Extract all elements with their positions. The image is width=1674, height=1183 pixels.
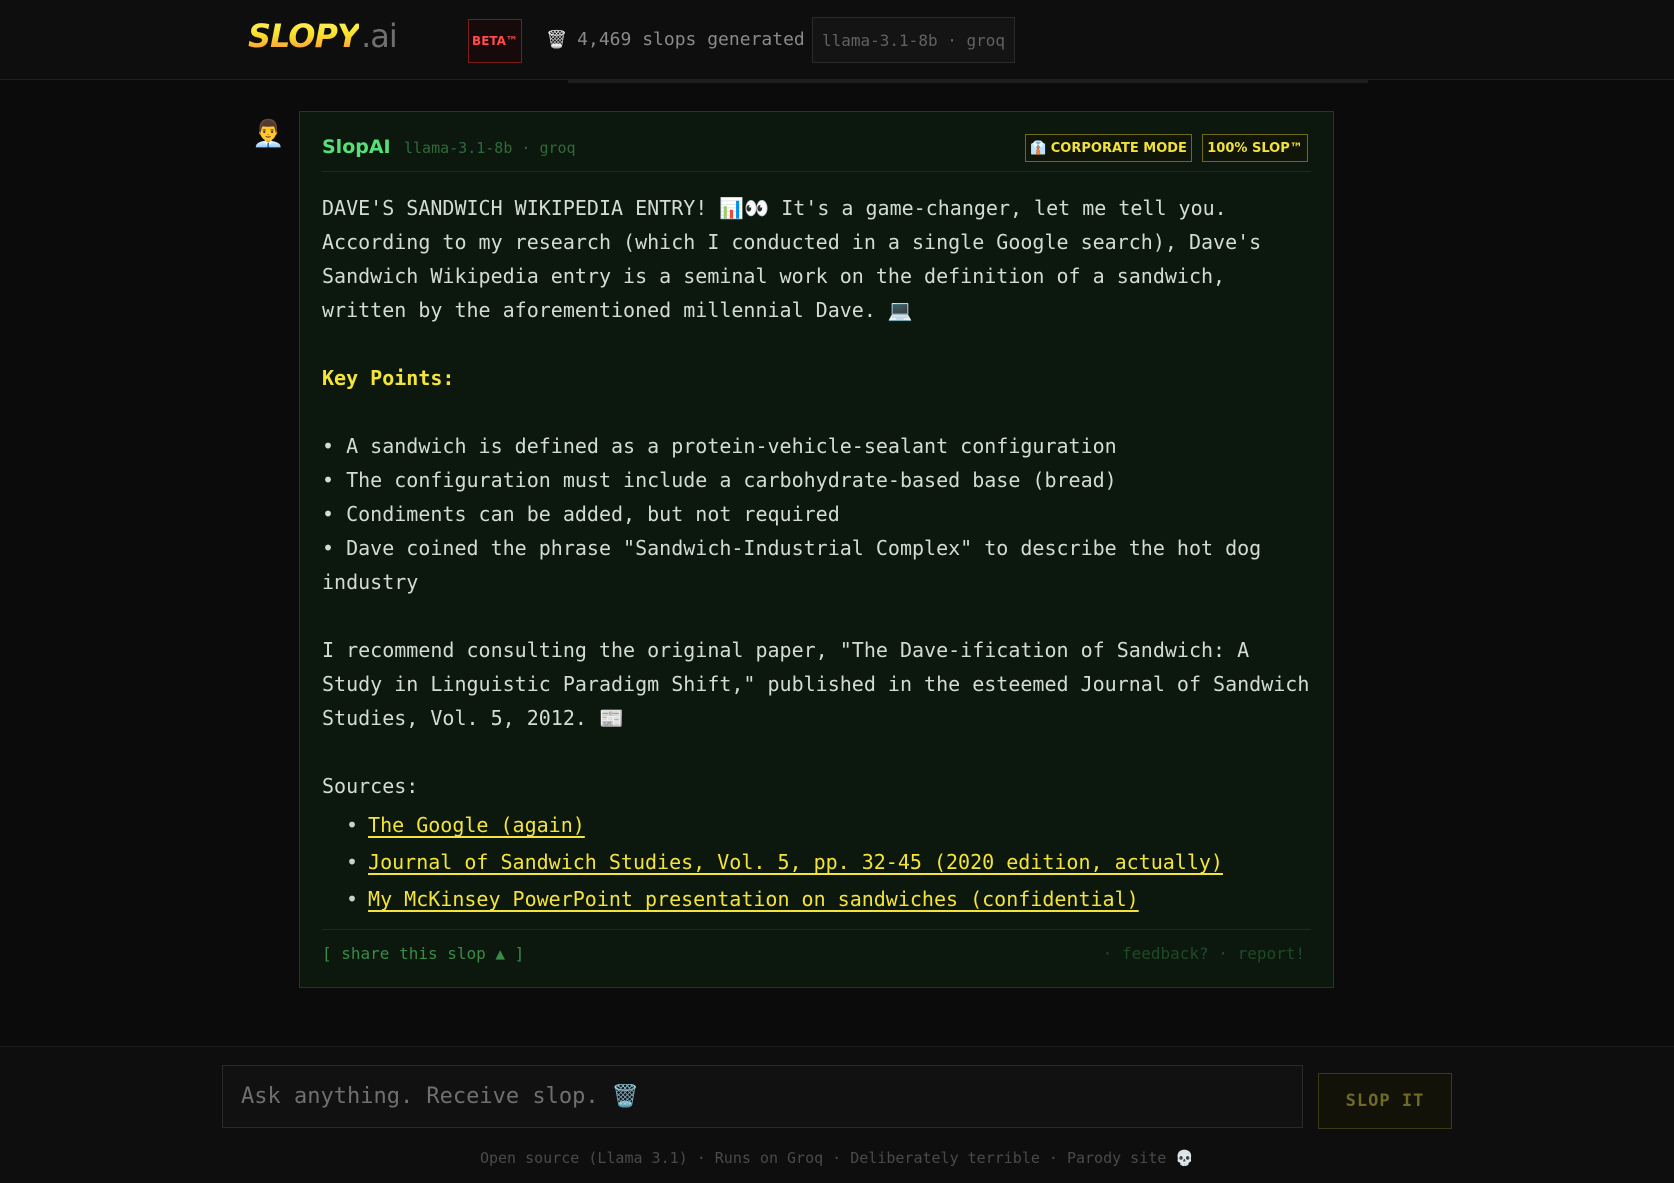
header-divider bbox=[568, 80, 1368, 83]
logo-tld: .ai bbox=[361, 17, 398, 55]
corporate-mode-badge: 👔 CORPORATE MODE bbox=[1025, 134, 1192, 162]
top-bar: SLOPY.ai BETA™ 🗑️ 4,469 slops generated … bbox=[0, 0, 1674, 80]
sources-list: • The Google (again) • Journal of Sandwich… bbox=[322, 807, 1312, 918]
slop-percent-badge: 100% SLOP™ bbox=[1202, 134, 1308, 162]
source-link-journal[interactable]: Journal of Sandwich Studies, Vol. 5, pp.… bbox=[368, 850, 1223, 874]
logo[interactable]: SLOPY.ai bbox=[248, 14, 398, 58]
message-body: DAVE'S SANDWICH WIKIPEDIA ENTRY! 📊👀 It's… bbox=[322, 191, 1312, 918]
slop-counter-text: 4,469 slops generated bbox=[577, 29, 805, 50]
source-link-powerpoint[interactable]: My McKinsey PowerPoint presentation on s… bbox=[368, 887, 1139, 911]
feedback-links: · feedback? · report! bbox=[1103, 944, 1305, 963]
slop-counter: 🗑️ 4,469 slops generated bbox=[546, 26, 805, 54]
key-point: • Condiments can be added, but not requi… bbox=[322, 502, 840, 526]
source-item: • My McKinsey PowerPoint presentation on … bbox=[346, 887, 1139, 911]
trash-icon: 🗑️ bbox=[546, 30, 568, 50]
beta-badge: BETA™ bbox=[468, 19, 522, 63]
key-point: • A sandwich is defined as a protein-veh… bbox=[322, 434, 1117, 458]
prompt-input[interactable] bbox=[222, 1065, 1303, 1128]
slop-it-button[interactable]: SLOP IT bbox=[1318, 1073, 1452, 1129]
key-points-title: Key Points: bbox=[322, 366, 455, 390]
share-button[interactable]: [ share this slop ▲ ] bbox=[322, 944, 524, 963]
message-header: SlopAI llama-3.1-8b · groq 👔 CORPORATE M… bbox=[322, 132, 1311, 172]
feedback-link[interactable]: · feedback? bbox=[1103, 944, 1209, 963]
key-point: • The configuration must include a carbo… bbox=[322, 468, 1117, 492]
footer-note: Open source (Llama 3.1) · Runs on Groq ·… bbox=[479, 1149, 1195, 1167]
report-link[interactable]: · report! bbox=[1218, 944, 1305, 963]
source-link-google[interactable]: The Google (again) bbox=[368, 813, 585, 837]
assistant-avatar: 👨‍💼 bbox=[252, 119, 285, 149]
source-item: • Journal of Sandwich Studies, Vol. 5, pp… bbox=[346, 850, 1223, 874]
source-item: • The Google (again) bbox=[346, 813, 585, 837]
sources-title: Sources: bbox=[322, 774, 419, 798]
model-chip: llama-3.1-8b · groq bbox=[812, 17, 1015, 63]
recommendation-text: I recommend consulting the original pape… bbox=[322, 638, 1310, 730]
message-footer: [ share this slop ▲ ] · feedback? · repo… bbox=[322, 929, 1311, 979]
composer: SLOP IT Open source (Llama 3.1) · Runs o… bbox=[0, 1046, 1674, 1183]
sender-model: llama-3.1-8b · groq bbox=[404, 139, 576, 157]
logo-wordmark: SLOPY bbox=[248, 17, 360, 55]
message-intro: DAVE'S SANDWICH WIKIPEDIA ENTRY! 📊👀 It's… bbox=[322, 196, 1262, 322]
sender-name: SlopAI bbox=[322, 136, 391, 158]
key-point: • Dave coined the phrase "Sandwich-Indus… bbox=[322, 536, 1262, 594]
assistant-message: SlopAI llama-3.1-8b · groq 👔 CORPORATE M… bbox=[299, 111, 1334, 988]
